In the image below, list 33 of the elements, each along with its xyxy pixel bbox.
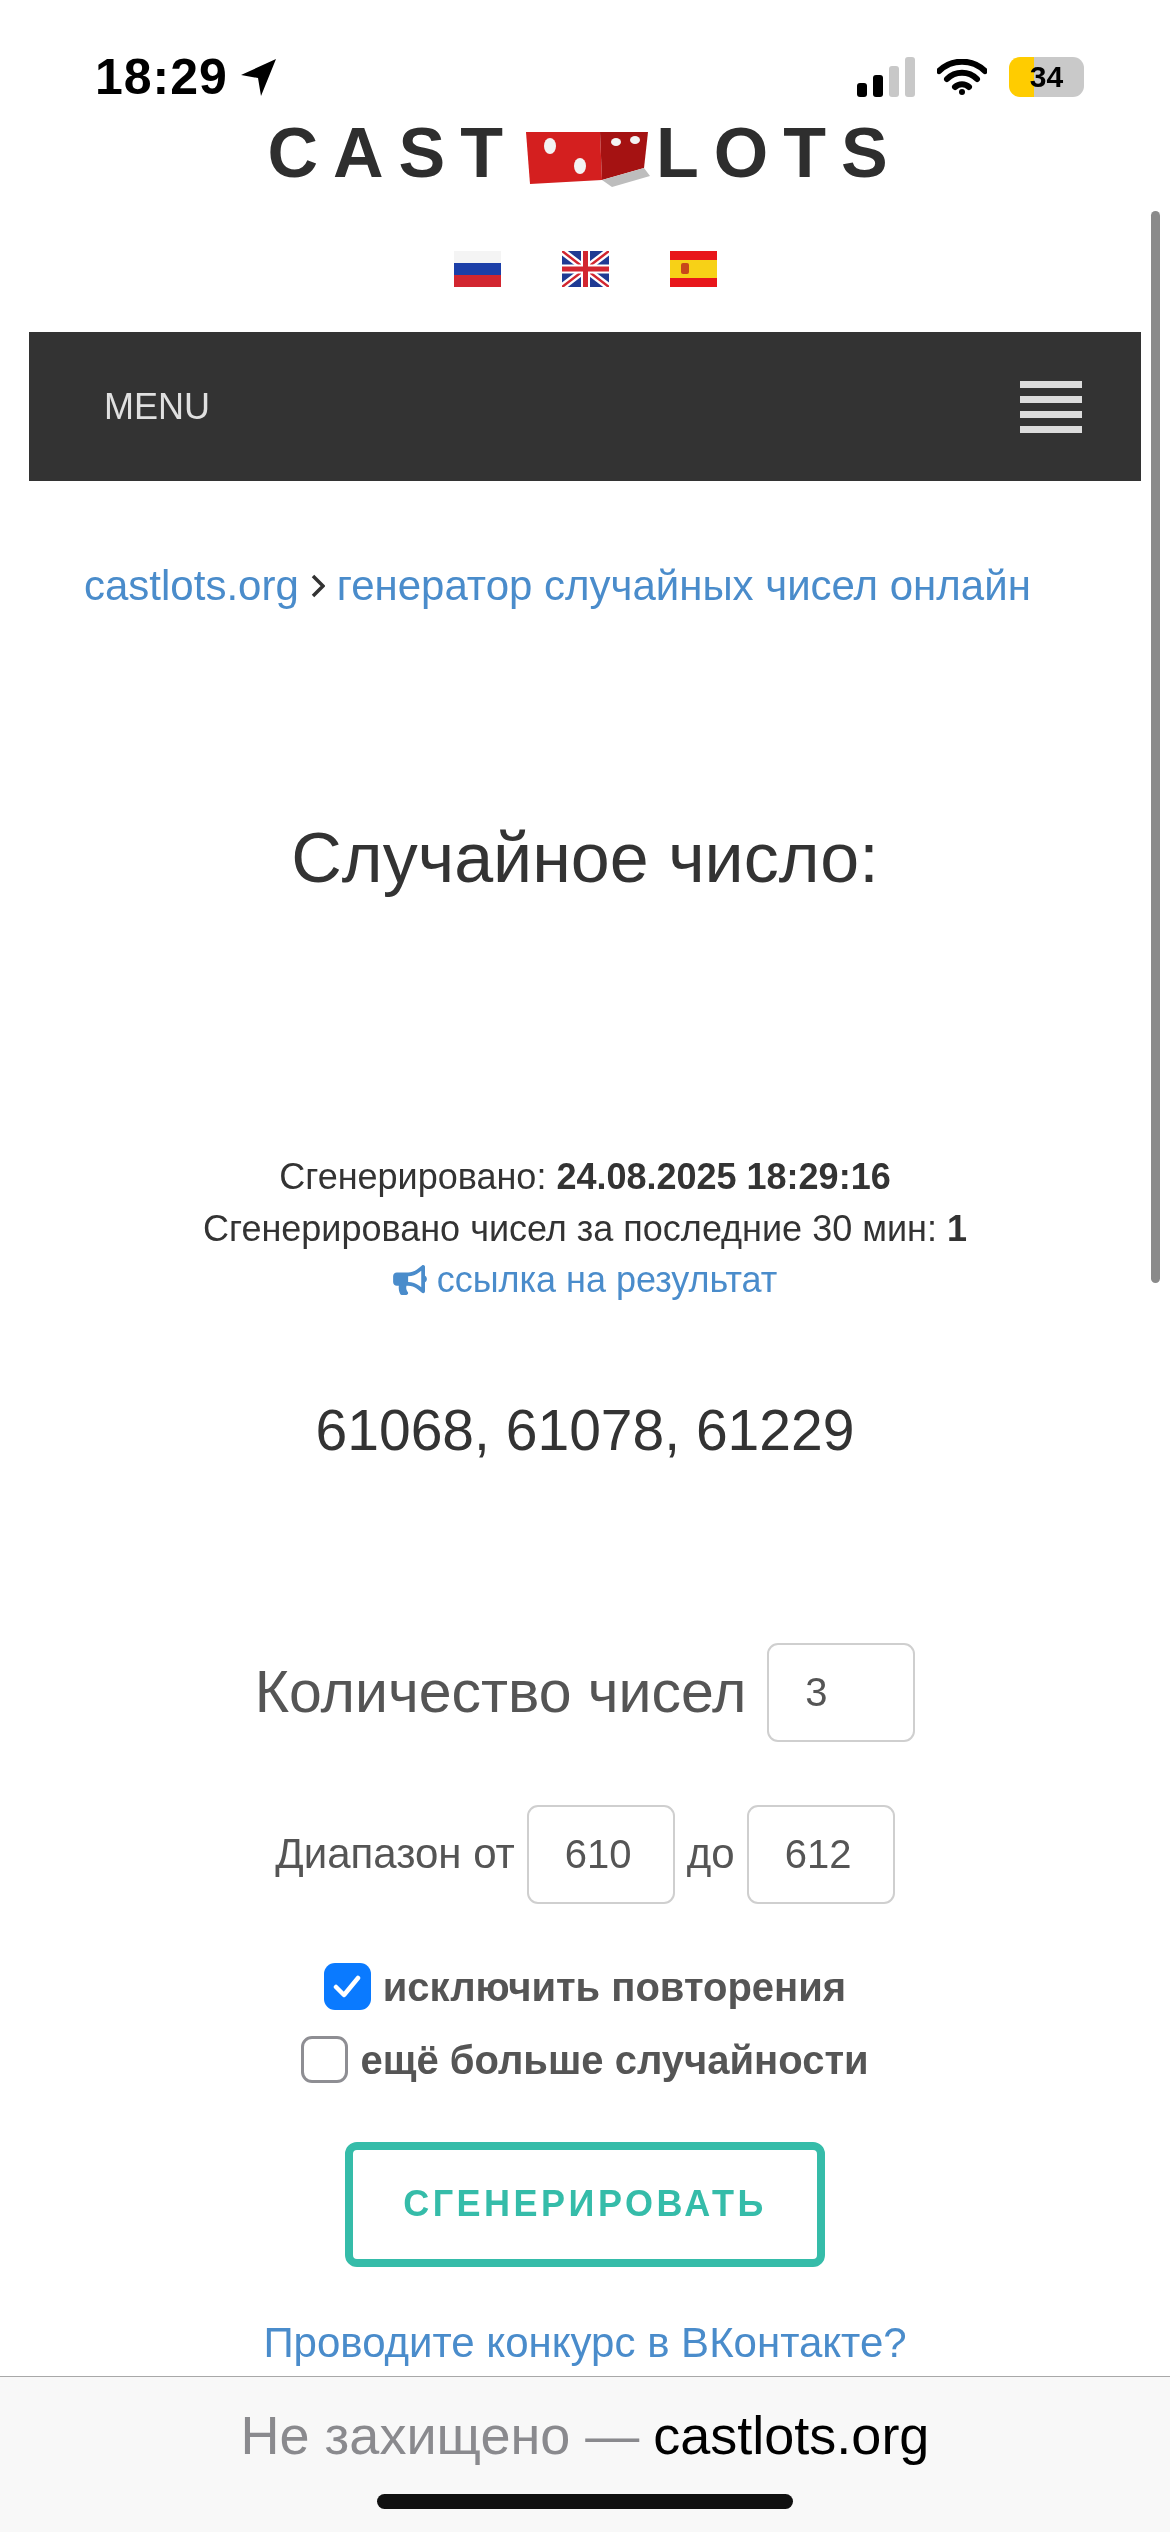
range-from-input[interactable]: 610 <box>526 1804 675 1904</box>
count-input[interactable]: 3 <box>767 1642 916 1742</box>
checkbox[interactable] <box>323 1963 371 2010</box>
checkbox[interactable] <box>301 2036 349 2083</box>
generated-time-text: Сгенерировано: 24.08.2025 18:29:16 <box>279 1155 891 1199</box>
checkmark-icon <box>333 1974 362 1999</box>
russian-flag-icon[interactable] <box>453 251 501 287</box>
random-numbers-result: 61068, 61078, 61229 <box>314 1396 856 1463</box>
signal-icon <box>857 57 915 97</box>
british-flag-icon[interactable] <box>561 251 609 287</box>
menu-icon[interactable] <box>1020 380 1082 433</box>
range-to-label: до <box>686 1828 735 1879</box>
breadcrumb-link[interactable]: генератор случайных чисел онлайн <box>336 564 1031 608</box>
breadcrumb-link[interactable]: castlots.org <box>84 564 299 608</box>
chevron-right-icon <box>310 574 325 598</box>
checkbox-label[interactable]: исключить повторения <box>382 1963 847 2010</box>
logo-text: CAST <box>267 127 518 179</box>
spanish-flag-icon[interactable] <box>669 251 717 287</box>
count-label: Количество чисел <box>254 1657 747 1727</box>
result-link[interactable]: ссылка на результат <box>392 1254 778 1306</box>
vk-contest-link[interactable]: Проводите конкурс в ВКонтакте? <box>263 2320 907 2365</box>
megaphone-icon <box>392 1264 427 1295</box>
domain-text[interactable]: castlots.org <box>653 2407 930 2463</box>
logo-text: LOTS <box>655 127 903 179</box>
menu-label[interactable]: MENU <box>104 386 210 427</box>
location-arrow-icon <box>239 57 277 97</box>
generated-count-text: Сгенерировано чисел за последние 30 мин: 1 <box>203 1206 967 1251</box>
security-status-text: Не захищено — <box>240 2407 640 2463</box>
range-to-input[interactable]: 612 <box>746 1804 895 1904</box>
checkbox-label[interactable]: ещё больше случайности <box>360 2036 869 2083</box>
wifi-icon <box>937 59 987 95</box>
status-time: 18:29 <box>95 50 228 104</box>
range-from-label: Диапазон от <box>275 1828 515 1879</box>
